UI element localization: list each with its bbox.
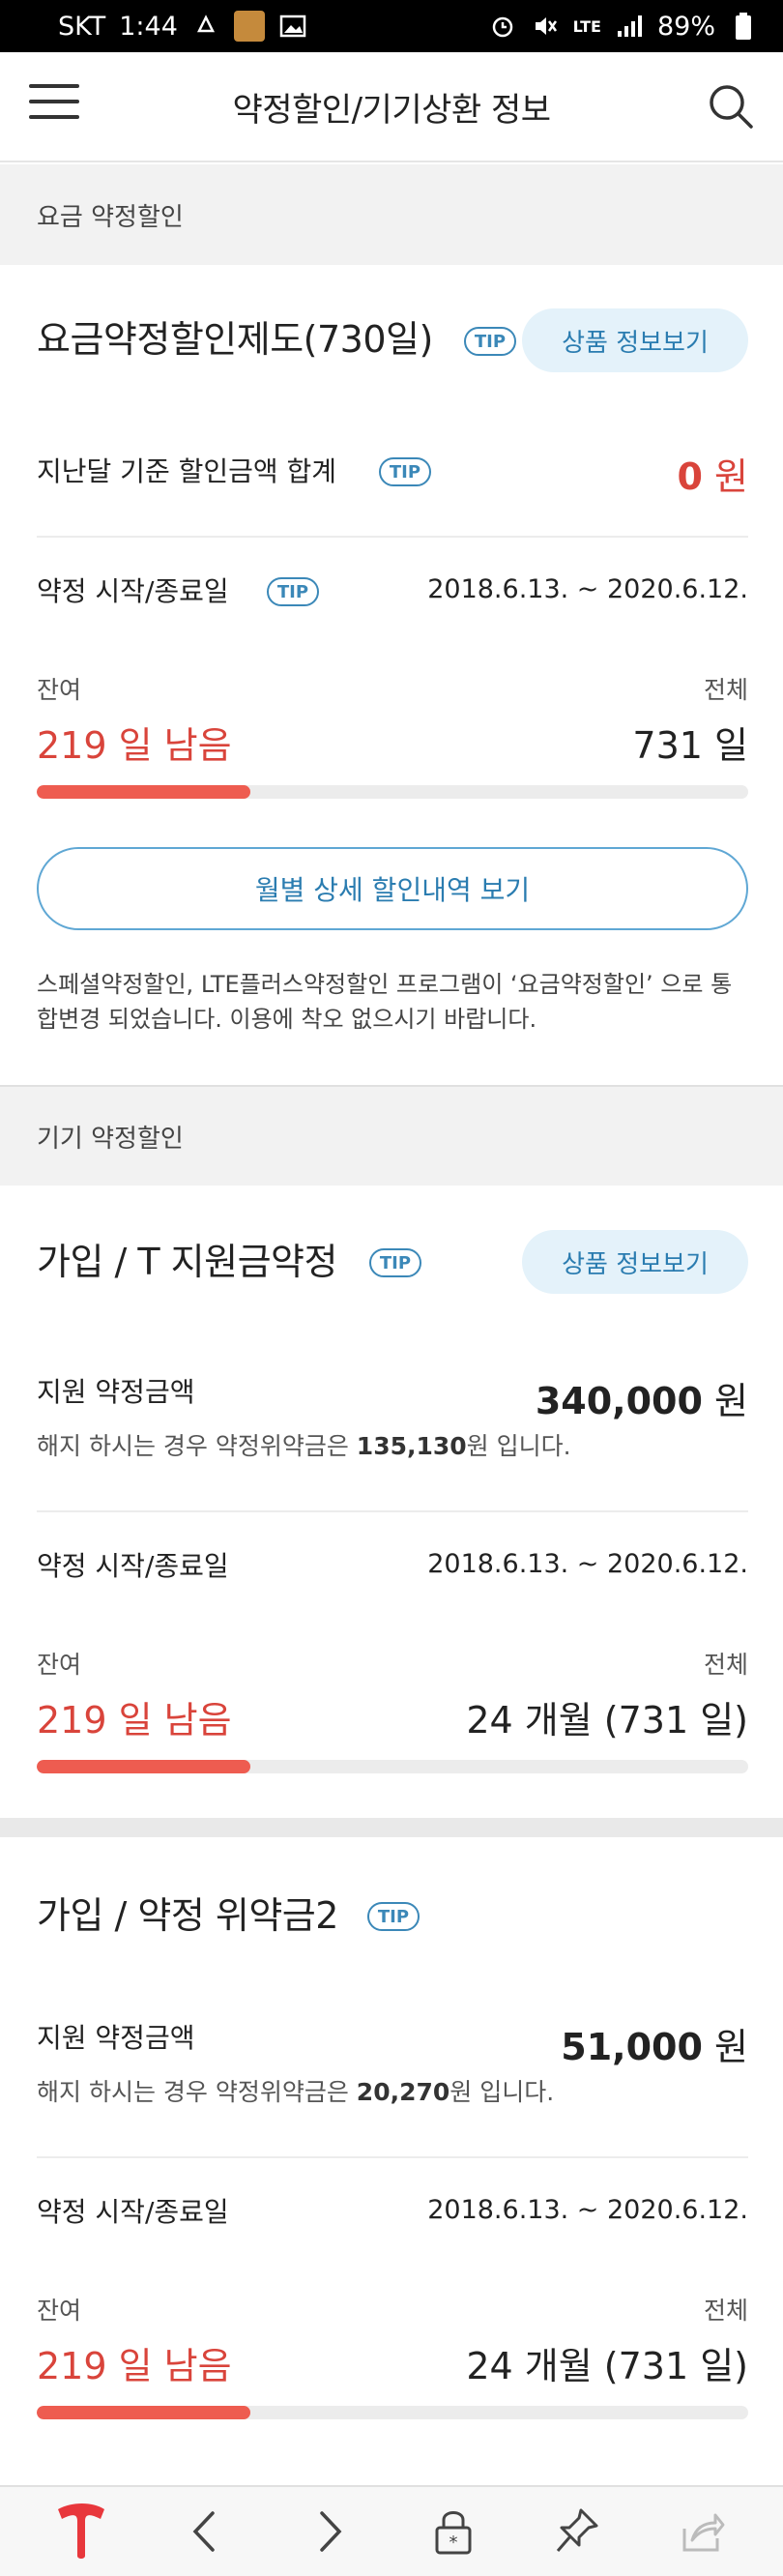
support-amount: 51,000 원: [561, 2017, 748, 2070]
app-header: 약정할인/기기상환 정보: [0, 52, 783, 162]
penalty-suffix: 원 입니다.: [450, 2078, 555, 2106]
forward-button[interactable]: [291, 2493, 368, 2570]
total-value: 731 일: [632, 724, 748, 767]
product-info-button[interactable]: 상품 정보보기: [522, 1230, 748, 1294]
progress-fill: [37, 785, 250, 799]
t-logo-button[interactable]: [43, 2493, 120, 2570]
divider: [37, 536, 748, 538]
browser-bottom-nav: *: [0, 2485, 783, 2576]
penalty-prefix: 해지 하시는 경우 약정위약금은: [37, 2078, 357, 2106]
svg-text:*: *: [450, 2532, 458, 2553]
progress-bar: [37, 785, 748, 799]
remain-label: 잔여: [37, 676, 82, 704]
carrier-label: SKT: [58, 11, 106, 42]
progress-bar: [37, 2406, 748, 2419]
penalty-prefix: 해지 하시는 경우 약정위약금은: [37, 1432, 357, 1460]
period-label: 약정 시작/종료일: [37, 575, 229, 607]
back-button[interactable]: [166, 2493, 244, 2570]
won-unit: 원: [714, 455, 748, 498]
support-amount-value: 340,000: [535, 1380, 703, 1422]
period-value: 2018.6.13. ~ 2020.6.12.: [427, 1549, 748, 1579]
share-icon: [682, 2513, 725, 2552]
period-value: 2018.6.13. ~ 2020.6.12.: [427, 2195, 748, 2225]
progress-fill: [37, 1760, 250, 1773]
total-label: 전체: [703, 676, 748, 704]
remain-value: 219 일 남음: [37, 1699, 232, 1742]
forward-icon: [320, 2511, 342, 2552]
discount-sum-value: 0 원: [677, 447, 748, 500]
contract-title: 가입 / 약정 위약금2: [37, 1894, 338, 1937]
clock: 1:44: [119, 11, 178, 42]
share-button[interactable]: [663, 2493, 740, 2570]
back-icon: [193, 2511, 216, 2552]
lock-icon: *: [435, 2511, 472, 2555]
search-icon: [710, 85, 753, 129]
penalty-notice: 해지 하시는 경우 약정위약금은 135,130원 입니다.: [37, 1427, 571, 1462]
contract-title: 가입 / T 지원금약정: [37, 1241, 337, 1283]
monthly-detail-button[interactable]: 월별 상세 할인내역 보기: [37, 847, 748, 930]
battery-percent: 89%: [656, 11, 715, 42]
progress-fill: [37, 2406, 250, 2419]
section-gap: [0, 1818, 783, 1837]
pin-icon: [557, 2508, 598, 2552]
tip-badge[interactable]: TIP: [267, 577, 319, 606]
period-value: 2018.6.13. ~ 2020.6.12.: [427, 574, 748, 604]
divider: [37, 1510, 748, 1512]
penalty-suffix: 원 입니다.: [466, 1432, 571, 1460]
mute-icon: [531, 12, 560, 41]
tip-badge[interactable]: TIP: [379, 457, 431, 486]
status-bar: SKT 1:44 LTE 89%: [0, 0, 783, 52]
search-button[interactable]: [706, 81, 756, 132]
support-amount-label: 지원 약정금액: [37, 1376, 195, 1408]
penalty-notice: 해지 하시는 경우 약정위약금은 20,270원 입니다.: [37, 2073, 554, 2108]
gallery-icon: [278, 12, 307, 41]
remain-value: 219 일 남음: [37, 2345, 232, 2387]
alarm-icon: [488, 12, 517, 41]
support-amount-label: 지원 약정금액: [37, 2022, 195, 2054]
total-label: 전체: [703, 2297, 748, 2325]
t-logo-icon: [58, 2503, 105, 2559]
pin-button[interactable]: [538, 2493, 616, 2570]
remain-value: 219 일 남음: [37, 724, 232, 767]
total-value: 24 개월 (731 일): [466, 1699, 748, 1742]
remain-label: 잔여: [37, 2297, 82, 2325]
discount-sum-label: 지난달 기준 할인금액 합계: [37, 455, 337, 487]
signal-icon: [615, 12, 644, 41]
merge-notice: 스페셜약정할인, LTE플러스약정할인 프로그램이 ‘요금약정할인’ 으로 통합…: [37, 971, 733, 1033]
tip-badge[interactable]: TIP: [464, 327, 516, 356]
divider: [37, 2156, 748, 2158]
penalty-value: 135,130: [356, 1432, 467, 1460]
notification-icon: [191, 12, 220, 41]
app-avatar-icon: [233, 11, 265, 42]
section-head-device-discount: 기기 약정할인: [0, 1085, 783, 1186]
discount-amount: 0: [677, 455, 703, 498]
page-title: 약정할인/기기상환 정보: [232, 90, 551, 130]
product-info-button[interactable]: 상품 정보보기: [522, 308, 748, 372]
menu-button[interactable]: [29, 84, 79, 127]
won-unit: 원: [714, 2026, 748, 2068]
lte-label: LTE: [572, 16, 601, 36]
plan-title: 요금약정할인제도(730일): [37, 318, 433, 361]
support-amount: 340,000 원: [536, 1371, 748, 1424]
progress-bar: [37, 1760, 748, 1773]
remain-label: 잔여: [37, 1651, 82, 1679]
won-unit: 원: [714, 1380, 748, 1422]
penalty-value: 20,270: [356, 2078, 450, 2106]
total-label: 전체: [703, 1651, 748, 1679]
secure-lock-button[interactable]: *: [415, 2493, 492, 2570]
support-amount-value: 51,000: [561, 2026, 703, 2068]
tip-badge[interactable]: TIP: [367, 1902, 420, 1931]
battery-icon: [729, 12, 758, 41]
total-value: 24 개월 (731 일): [466, 2345, 748, 2387]
period-label: 약정 시작/종료일: [37, 1550, 229, 1582]
section-head-fee-discount: 요금 약정할인: [0, 164, 783, 265]
tip-badge[interactable]: TIP: [369, 1248, 421, 1277]
period-label: 약정 시작/종료일: [37, 2196, 229, 2228]
